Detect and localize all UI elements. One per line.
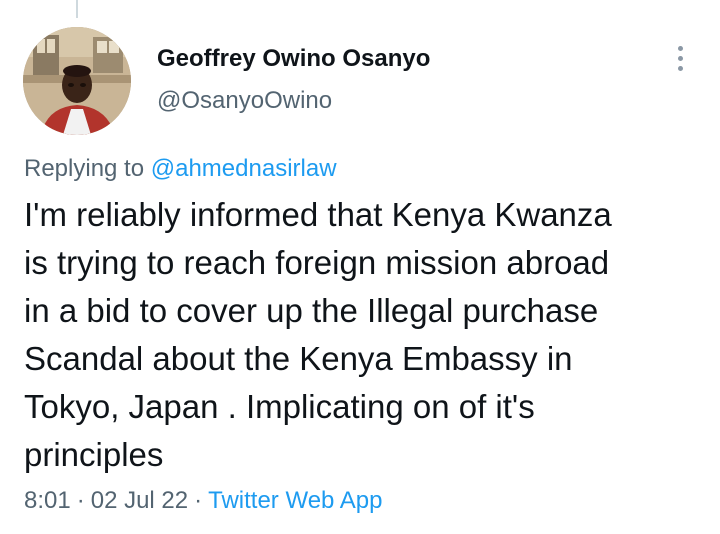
- profile-photo-icon: [23, 27, 131, 135]
- replying-to-link[interactable]: @ahmednasirlaw: [151, 155, 337, 182]
- more-vertical-icon: [677, 45, 683, 51]
- tweet-metadata: 8:01 · 02 Jul 22 · Twitter Web App: [24, 487, 382, 515]
- more-options-button[interactable]: [668, 40, 692, 76]
- replying-to-label: Replying to: [24, 155, 145, 182]
- more-vertical-icon-dot: [677, 65, 683, 71]
- author-handle[interactable]: @OsanyoOwino: [157, 87, 332, 115]
- tweet-text: I'm reliably informed that Kenya Kwanza …: [24, 196, 612, 473]
- meta-separator: ·: [194, 487, 203, 514]
- tweet-time[interactable]: 8:01: [24, 487, 71, 514]
- meta-separator: ·: [76, 487, 85, 514]
- tweet-detail: Geoffrey Owino Osanyo @OsanyoOwino Reply…: [0, 0, 720, 534]
- avatar[interactable]: [23, 27, 131, 135]
- thread-connector-line: [76, 0, 78, 18]
- more-vertical-icon-dot: [677, 55, 683, 61]
- author-name[interactable]: Geoffrey Owino Osanyo: [157, 45, 430, 73]
- tweet-source-link[interactable]: Twitter Web App: [208, 487, 382, 514]
- tweet-date[interactable]: 02 Jul 22: [91, 487, 188, 514]
- replying-to-line: Replying to @ahmednasirlaw: [24, 155, 337, 183]
